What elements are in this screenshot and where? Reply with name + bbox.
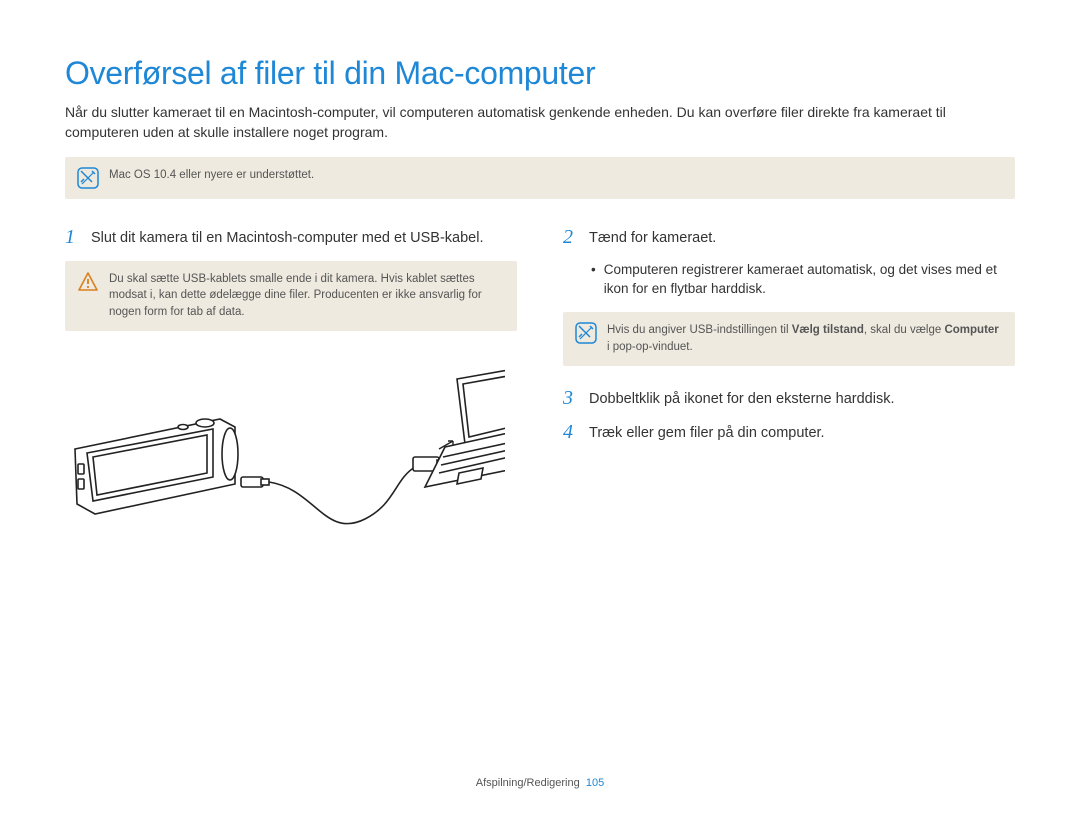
footer-page-number: 105 [586,777,604,789]
note-icon [575,322,597,344]
usb-mode-note-text: Hvis du angiver USB-indstillingen til Væ… [607,322,1003,355]
right-column: 2 Tænd for kameraet. • Computeren regist… [563,227,1015,539]
left-column: 1 Slut dit kamera til en Macintosh-compu… [65,227,517,539]
step-text: Dobbeltklik på ikonet for den eksterne h… [589,388,894,410]
warning-text: Du skal sætte USB-kablets smalle ende i … [109,271,505,321]
step-2-bullet: • Computeren registrerer kameraet automa… [563,261,1015,299]
step-3: 3 Dobbeltklik på ikonet for den eksterne… [563,388,1015,410]
page-footer: Afspilning/Redigering 105 [0,777,1080,789]
usb-mode-note: Hvis du angiver USB-indstillingen til Væ… [563,312,1015,365]
step-text: Slut dit kamera til en Macintosh-compute… [91,227,483,249]
step-number: 1 [65,227,81,247]
step-number: 3 [563,388,579,408]
top-note-box: Mac OS 10.4 eller nyere er understøttet. [65,157,1015,199]
connection-illustration [65,349,517,539]
intro-paragraph: Når du slutter kameraet til en Macintosh… [65,102,1015,143]
step-text: Tænd for kameraet. [589,227,716,249]
page-title: Overførsel af filer til din Mac-computer [65,55,1015,92]
step-1: 1 Slut dit kamera til en Macintosh-compu… [65,227,517,249]
step-number: 4 [563,422,579,442]
bullet-text: Computeren registrerer kameraet automati… [604,261,1015,299]
warning-icon [77,271,99,293]
bullet-dot-icon: • [591,261,596,299]
step-text: Træk eller gem filer på din computer. [589,422,825,444]
top-note-text: Mac OS 10.4 eller nyere er understøttet. [109,167,314,184]
footer-section: Afspilning/Redigering [476,777,580,789]
note-icon [77,167,99,189]
warning-box: Du skal sætte USB-kablets smalle ende i … [65,261,517,331]
step-2: 2 Tænd for kameraet. [563,227,1015,249]
step-number: 2 [563,227,579,247]
step-4: 4 Træk eller gem filer på din computer. [563,422,1015,444]
